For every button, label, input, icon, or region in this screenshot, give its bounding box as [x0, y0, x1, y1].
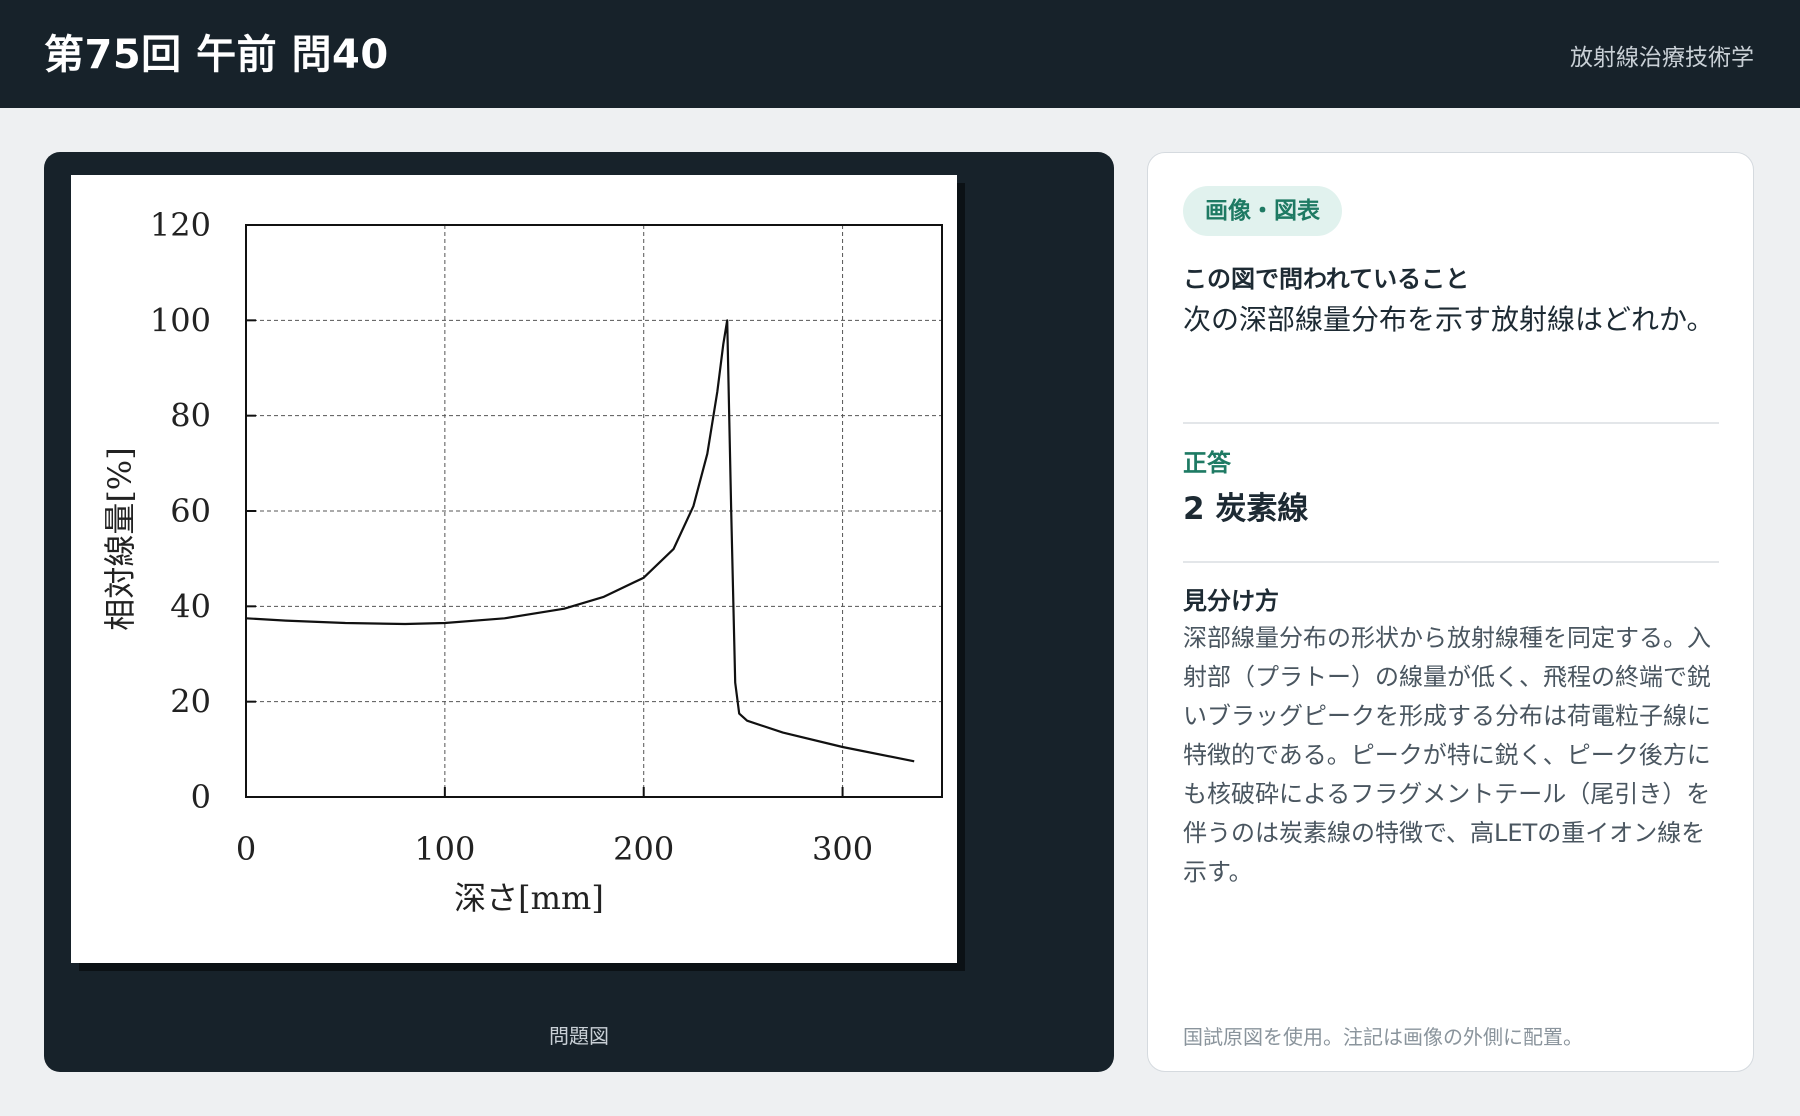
explain-label: 見分け方 [1183, 587, 1279, 615]
depth-dose-chart: 0 100 200 300 0 20 40 60 80 100 120 深さ[mm] 相対線量[%] [101, 206, 943, 917]
subject-label: 放射線治療技術学 [1570, 45, 1754, 71]
question-figure: 0 100 200 300 0 20 40 60 80 100 120 深さ[mm] 相対線量[%] [71, 175, 957, 963]
series-line [245, 319, 915, 763]
page-title: 第75回 午前 問40 [44, 32, 389, 78]
y-tick-label: 80 [170, 397, 211, 435]
x-tick-label: 200 [613, 830, 674, 868]
x-axis-label: 深さ[mm] [454, 879, 604, 917]
answer-label: 正答 [1183, 449, 1231, 477]
explain-text: 深部線量分布の形状から放射線種を同定する。入射部（プラトー）の線量が低く、飛程の… [1183, 624, 1711, 886]
y-tick-label: 0 [191, 778, 211, 816]
answer-text: 2 炭素線 [1183, 491, 1309, 527]
divider [1183, 561, 1719, 563]
x-tick-label: 300 [812, 830, 873, 868]
y-tick-label: 20 [170, 683, 211, 721]
figure-panel: 0 100 200 300 0 20 40 60 80 100 120 深さ[mm] 相対線量[%] 問… [44, 152, 1114, 1072]
y-tick-label: 40 [170, 587, 211, 625]
figure-caption: 問題図 [549, 1024, 609, 1048]
category-badge: 画像・図表 [1183, 186, 1342, 236]
footnote: 国試原図を使用。注記は画像の外側に配置。 [1183, 1025, 1583, 1049]
x-tick-label: 0 [236, 830, 256, 868]
question-label: この図で問われていること [1183, 265, 1470, 293]
question-text: 次の深部線量分布を示す放射線はどれか。 [1183, 303, 1715, 336]
y-tick-label: 100 [150, 301, 211, 339]
y-axis-label: 相対線量[%] [101, 447, 139, 630]
x-tick-label: 100 [414, 830, 475, 868]
y-tick-label: 120 [150, 206, 211, 244]
top-bar: 第75回 午前 問40 放射線治療技術学 [0, 0, 1800, 108]
info-card: 画像・図表 この図で問われていること 次の深部線量分布を示す放射線はどれか。 正… [1147, 152, 1754, 1072]
y-tick-label: 60 [170, 492, 211, 530]
divider [1183, 422, 1719, 424]
